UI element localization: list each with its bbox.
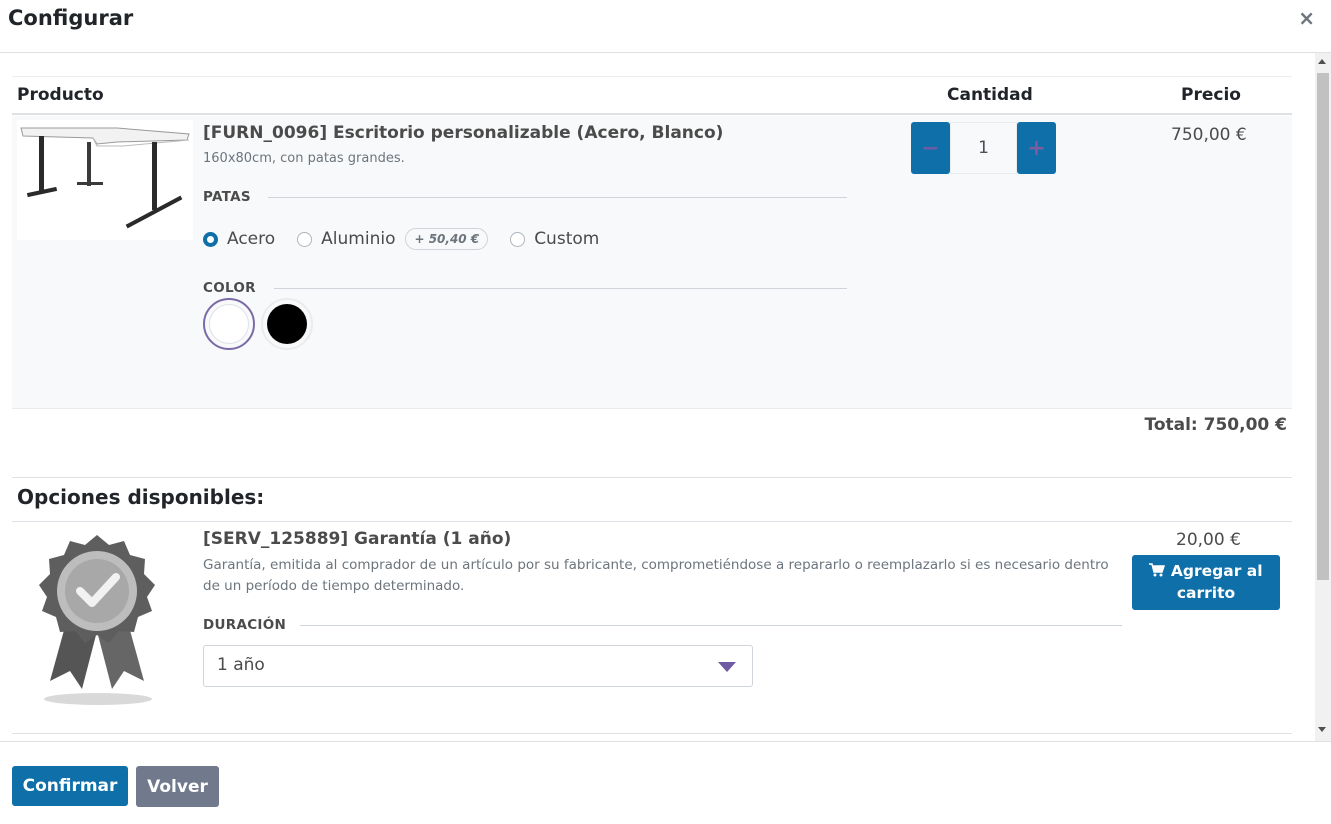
legs-option-acero[interactable]: Acero [203,229,275,249]
header-quantity: Cantidad [947,85,1033,105]
warranty-badge-icon [32,531,162,711]
add-to-cart-button[interactable]: Agregar al carrito [1132,555,1280,610]
legs-option-aluminio[interactable]: Aluminio + 50,40 € [297,228,489,250]
color-attribute-label: COLOR [203,280,256,296]
scroll-down-icon[interactable] [1318,727,1326,732]
add-to-cart-label: carrito [1176,584,1236,602]
dialog-header: Configurar × [0,0,1331,53]
product-row: [FURN_0096] Escritorio personalizable (A… [12,116,1292,409]
product-image [17,120,193,240]
header-price: Precio [1181,85,1241,105]
dialog-title: Configurar [8,6,134,30]
total-price: Total: 750,00 € [1144,415,1287,435]
product-price: 750,00 € [1171,125,1247,145]
dialog-footer: Confirmar Volver [0,741,1331,824]
quantity-input[interactable]: 1 [950,122,1017,174]
product-name: [FURN_0096] Escritorio personalizable (A… [203,123,724,143]
option-label: Aluminio [321,229,396,249]
scroll-up-icon[interactable] [1318,59,1326,64]
confirm-button[interactable]: Confirmar [12,766,128,806]
radio-icon[interactable] [297,231,313,247]
back-button[interactable]: Volver [136,766,219,807]
table-header: Producto Cantidad Precio [12,76,1292,115]
radio-icon[interactable] [510,231,526,247]
divider [300,625,1122,626]
white-swatch-icon [209,304,249,344]
optional-product-name: [SERV_125889] Garantía (1 año) [203,529,512,549]
duration-attribute-label: DURACIÓN [203,617,287,633]
add-to-cart-label: Agregar al [1170,562,1263,580]
dialog-body: Producto Cantidad Precio [FURN_0096] Esc… [0,53,1331,741]
optional-product-description: Garantía, emitida al comprador de un art… [203,557,1109,594]
divider [274,288,847,289]
product-description: 160x80cm, con patas grandes. [203,151,405,166]
radio-checked-icon[interactable] [203,231,218,247]
optional-product-price: 20,00 € [1176,530,1241,550]
price-extra-badge: + 50,40 € [405,228,489,250]
legs-option-custom[interactable]: Custom [510,229,599,249]
duration-select[interactable]: 1 año [203,645,753,687]
legs-attribute-label: PATAS [203,189,251,205]
quantity-stepper: − 1 + [911,122,1061,174]
color-swatch-white[interactable] [203,298,255,350]
close-icon[interactable]: × [1298,6,1315,30]
header-product: Producto [17,85,104,105]
black-swatch-icon [267,304,307,344]
option-label: Custom [534,229,600,249]
option-label: Acero [227,229,276,249]
optional-products-title: Opciones disponibles: [17,485,265,509]
cart-icon [1149,563,1166,577]
caret-down-icon [718,662,736,672]
scrollbar-thumb[interactable] [1317,73,1329,580]
divider [268,197,847,198]
decrease-quantity-button[interactable]: − [911,122,950,174]
optional-product-row: [SERV_125889] Garantía (1 año) Garantía,… [12,523,1292,734]
duration-select-value: 1 año [217,655,265,675]
color-swatch-black[interactable] [261,298,313,350]
optional-products-header: Opciones disponibles: [12,477,1292,522]
increase-quantity-button[interactable]: + [1017,122,1056,174]
scrollbar[interactable] [1315,53,1331,741]
legs-options: Acero Aluminio + 50,40 € Custom [203,228,621,250]
